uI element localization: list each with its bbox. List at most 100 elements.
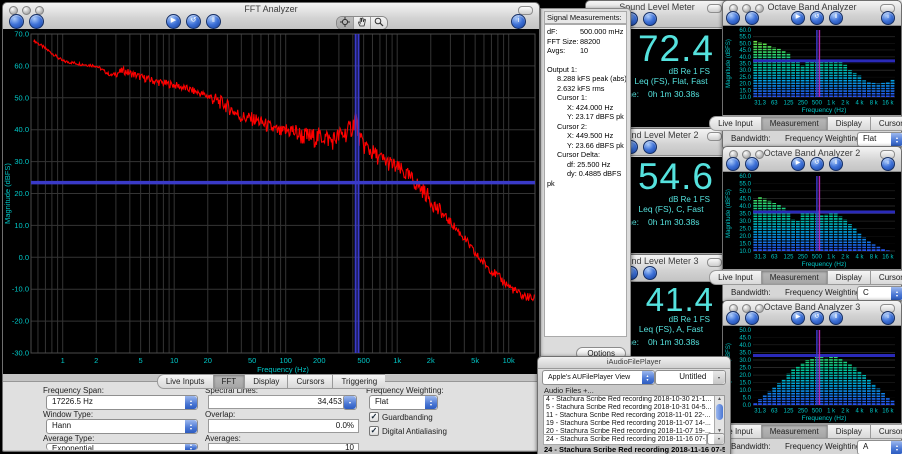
window-title: FFT Analyzer [3,4,539,14]
audio-file-item[interactable]: 4 - Stachura Scribe Red recording 2018-1… [544,396,715,404]
octave-tab[interactable]: Measurement [761,270,827,285]
preset-dropdown[interactable]: Untitled▼ [655,370,726,385]
meter-pause-button[interactable] [643,266,657,280]
guardbanding-checkbox[interactable]: ✓ [369,412,379,422]
view-selector-dropdown[interactable]: Apple's AUFilePlayer View▲▼ [542,370,655,385]
input-orb-button[interactable] [726,311,740,325]
svg-text:2k: 2k [427,356,435,365]
frequency-weighting-dropdown[interactable]: Flat▲▼ [369,395,438,410]
titlebar[interactable]: Octave Band Analyzer 3 ▶ ↺ ‖ i [723,301,901,326]
play-button[interactable]: ▶ [166,14,181,29]
octave-bar-chart: 50.045.040.035.030.025.020.015.010.05.00… [723,326,901,423]
input-orb-button[interactable] [726,157,740,171]
octave-tab[interactable]: Display [827,424,870,439]
octave-plot-area: 50.045.040.035.030.025.020.015.010.05.00… [723,326,901,423]
octave-tab[interactable]: Display [827,270,870,285]
dropdown-arrows-icon: ▼ [344,396,356,409]
info-button[interactable]: i [511,14,526,29]
audio-files-list[interactable]: 4 - Stachura Scribe Red recording 2018-1… [543,395,725,435]
toolbar-toggle-widget[interactable] [707,258,722,267]
window-type-dropdown[interactable]: Hann▲▼ [46,419,198,434]
titlebar[interactable]: FFT Analyzer ▶ ↺ ‖ i [3,3,539,30]
spectral-lines-field[interactable]: 34,453 [208,395,347,409]
octave-tab[interactable]: Live Input [709,270,761,285]
meter-pause-button[interactable] [643,12,657,26]
restart-button[interactable]: ↺ [810,11,824,25]
audio-file-item[interactable]: 5 - Stachura Scribe Red recording 2018-1… [544,404,715,412]
info-button[interactable]: i [881,311,895,325]
octave-tab[interactable]: Measurement [761,424,827,439]
svg-text:125: 125 [783,255,794,261]
octave-tab[interactable]: Live Input [709,116,761,131]
audio-file-item[interactable]: 11 - Stachura Scribe Red recording 2018-… [544,412,715,420]
meter-pause-button[interactable] [643,140,657,154]
input-orb-button[interactable] [9,14,24,29]
pause-button[interactable]: ‖ [206,14,221,29]
averages-field[interactable]: 10 [208,443,359,450]
list-scrollbar[interactable]: ▲ ▼ [714,396,724,434]
fft-spectrum-chart: 70.060.050.040.030.020.010.00.0-10.0-20.… [3,29,539,374]
measurement-line: Cursor 1: [547,93,624,103]
overlap-field[interactable]: 0.0% [208,419,359,433]
device-orb-button[interactable] [745,311,759,325]
octave-tab[interactable]: Cursors [870,424,902,439]
device-orb-button[interactable] [29,14,44,29]
svg-text:4 k: 4 k [855,101,864,107]
svg-text:Magnitude (dBFS): Magnitude (dBFS) [3,163,12,224]
svg-text:8 k: 8 k [870,255,879,261]
info-button[interactable]: i [881,157,895,171]
device-orb-button[interactable] [745,11,759,25]
scroll-up-icon[interactable]: ▲ [717,396,722,402]
selected-file-popup[interactable]: 24 - Stachura Scribe Red recording 2018-… [543,434,707,445]
dropdown-arrows-icon: ▼ [714,434,724,444]
average-type-dropdown[interactable]: Exponential▲▼ [46,443,198,450]
frequency-span-dropdown[interactable]: 17226.5 Hz▲▼ [46,395,198,410]
crosshair-tool-icon[interactable] [337,17,354,29]
fft-tab[interactable]: FFT [213,374,245,389]
weighting-dropdown[interactable]: Flat▲▼ [857,132,902,147]
toolbar-toggle-widget[interactable] [707,132,722,141]
device-orb-button[interactable] [745,157,759,171]
input-orb-button[interactable] [726,11,740,25]
svg-text:Frequency (Hz): Frequency (Hz) [802,107,847,114]
zoom-tool-icon[interactable] [371,17,387,29]
file-popup-button[interactable]: ▼ [707,433,725,445]
scrollbar-thumb[interactable] [716,404,723,420]
averages-label: Averages: [205,434,241,443]
hand-tool-icon[interactable] [354,17,371,29]
titlebar[interactable]: Octave Band Analyzer ▶ ↺ ‖ i [723,1,901,26]
play-button[interactable]: ▶ [791,311,805,325]
toolbar-toggle-widget[interactable] [707,4,722,13]
fft-tab[interactable]: Live Inputs [157,374,213,389]
titlebar[interactable]: iAudioFilePlayer [538,357,730,369]
fft-tab[interactable]: Triggering [332,374,385,389]
octave-tab[interactable]: Display [827,116,870,131]
weighting-label: Frequency Weighting: [785,442,863,451]
svg-text:5: 5 [139,356,143,365]
restart-button[interactable]: ↺ [186,14,201,29]
weighting-dropdown[interactable]: A▲▼ [857,440,902,454]
fft-tab[interactable]: Display [244,374,287,389]
pause-button[interactable]: ‖ [829,11,843,25]
dropdown-arrows-icon: ▲▼ [891,441,902,454]
pause-button[interactable]: ‖ [829,157,843,171]
octave-bar [872,244,876,251]
octave-tab[interactable]: Measurement [761,116,827,131]
info-button[interactable]: i [881,11,895,25]
weighting-dropdown[interactable]: C▲▼ [857,286,902,301]
svg-text:45.0: 45.0 [739,336,751,342]
restart-button[interactable]: ↺ [810,157,824,171]
play-button[interactable]: ▶ [791,11,805,25]
restart-button[interactable]: ↺ [810,311,824,325]
spectral-lines-stepper[interactable]: ▼ [343,395,357,410]
svg-text:Frequency (Hz): Frequency (Hz) [802,415,847,422]
play-button[interactable]: ▶ [791,157,805,171]
titlebar[interactable]: Octave Band Analyzer 2 ▶ ↺ ‖ i [723,147,901,172]
fft-tab[interactable]: Cursors [287,374,332,389]
fft-spectrum-trace [34,40,535,301]
octave-tab[interactable]: Cursors [870,116,902,131]
digital-antialiasing-checkbox[interactable]: ✓ [369,426,379,436]
pause-button[interactable]: ‖ [829,311,843,325]
octave-tab[interactable]: Cursors [870,270,902,285]
audio-file-item[interactable]: 19 - Stachura Scribe Red recording 2018-… [544,420,715,428]
